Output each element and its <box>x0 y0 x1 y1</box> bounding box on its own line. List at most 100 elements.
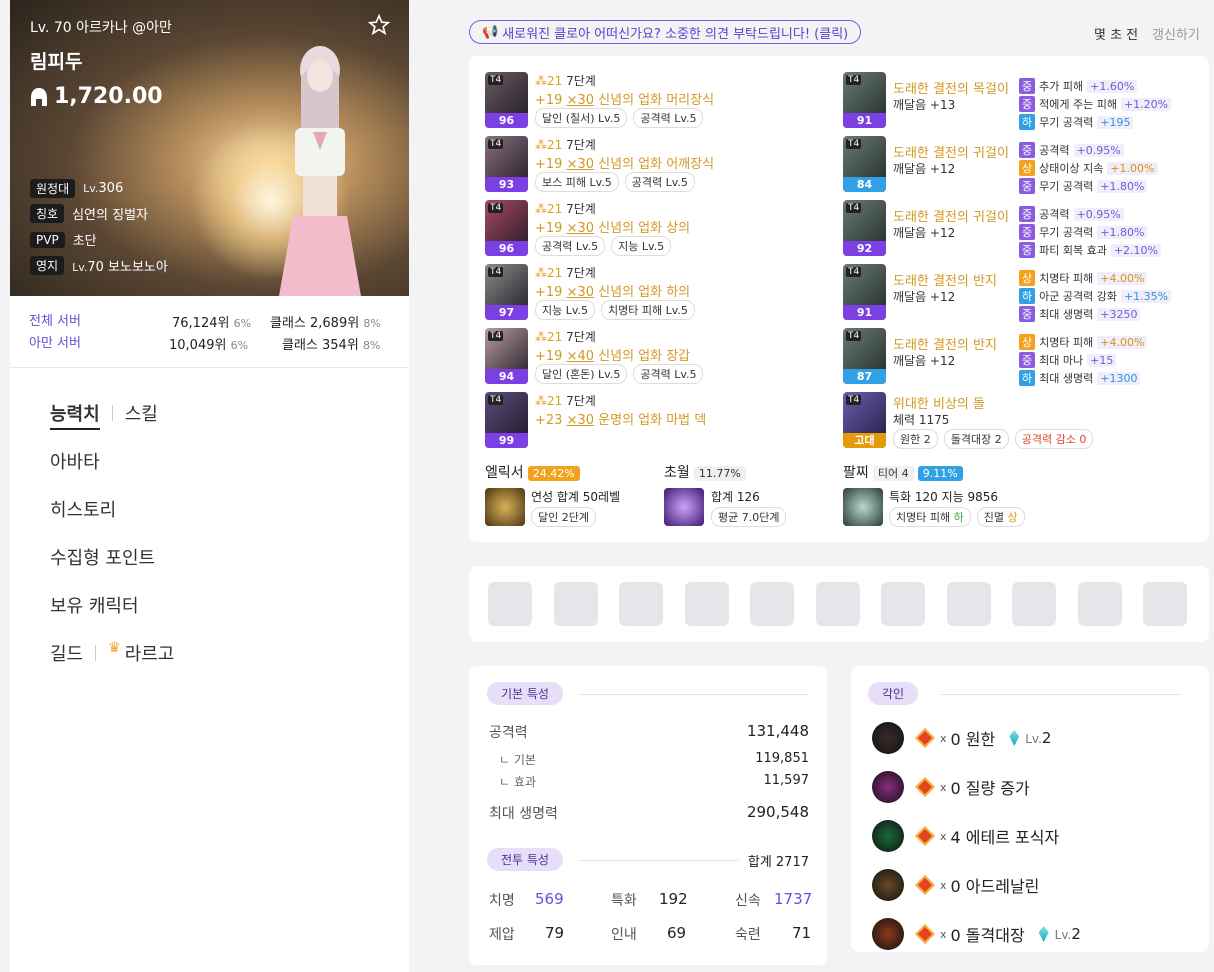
engraving-item[interactable]: x0 돌격대장 Lv.2 <box>872 918 1081 950</box>
accessory-item[interactable]: T4 91 도래한 결전의 목걸이 깨달음 +13 중 추가 피해 +1.60% 중 적에… <box>843 72 1203 132</box>
option-label: 상태이상 지속 <box>1039 162 1104 175</box>
ranking-server-label[interactable]: 아만 서버 <box>29 332 81 351</box>
engravings-title: 각인 <box>868 682 919 705</box>
star-stage: ⁂21 7단계 <box>535 392 596 409</box>
combat-total: 합계 2717 <box>747 855 809 870</box>
menu-history[interactable]: 히스토리 <box>50 496 174 544</box>
menu-skills[interactable]: 스킬 <box>125 400 158 426</box>
feedback-notice[interactable]: 📢 새로워진 클로아 어떠신가요? 소중한 의견 부탁드립니다! (클릭) <box>469 20 862 44</box>
crown-icon: ♛ <box>108 640 121 656</box>
stone-name: 위대한 비상의 돌 <box>893 397 985 412</box>
title-value: 심연의 징벌자 <box>72 208 148 223</box>
tier-badge: T4 <box>846 267 862 277</box>
equipment-title: +23 ×30 운명의 업화 마법 덱 <box>535 409 706 428</box>
accessory-name: 도래한 결전의 귀걸이 <box>893 146 1009 161</box>
accessory-enlightenment: 깨달음 +12 <box>893 290 956 304</box>
menu-divider <box>111 405 113 421</box>
engraving-icon <box>872 722 904 754</box>
crit-label: 치명 <box>489 893 515 909</box>
ranking-box: 전체 서버 76,124위 6% 클래스 2,689위 8% 아만 서버 10,… <box>10 296 409 368</box>
engraving-multiplier: x <box>940 780 947 794</box>
ability-stone[interactable]: T4 고대 위대한 비상의 돌 체력 1175 원한 2 돌격대장 2 공격력 감소 … <box>843 392 1203 452</box>
bracelet-chip-grade: 상 <box>1007 511 1018 524</box>
estate-lv: Lv. <box>72 261 88 274</box>
accessory-option: 중 공격력 +0.95% <box>1019 142 1124 158</box>
equipment-title: +19 ×30 신념의 업화 어깨장식 <box>535 153 714 172</box>
tier-badge: T4 <box>846 395 862 405</box>
menu-stats[interactable]: 능력치 <box>50 400 100 430</box>
profile-panel: Lv. 70 아르카나 @아만 림피두 1,720.00 원정대 Lv.306 칭… <box>10 0 409 972</box>
gem-slot[interactable] <box>684 582 729 626</box>
accessory-item[interactable]: T4 87 도래한 결전의 반지 깨달음 +12 상 치명타 피해 +4.00% 중 최대… <box>843 328 1203 388</box>
accessory-enlightenment: 깨달음 +12 <box>893 226 956 240</box>
ranking-server-class-pct: 8% <box>362 339 381 352</box>
engraving-level: Lv.2 <box>1055 925 1081 943</box>
stone-chip: 돌격대장 2 <box>943 429 1009 449</box>
guild-name[interactable]: 라르고 <box>125 640 175 666</box>
stone-sub: 체력 1175 <box>893 413 950 427</box>
star-count: 21 <box>547 138 563 152</box>
engraving-item[interactable]: x0 질량 증가 <box>872 771 1030 803</box>
option-label: 추가 피해 <box>1039 80 1084 93</box>
gem-slot[interactable] <box>815 582 860 626</box>
gem-slot[interactable] <box>1012 582 1056 626</box>
option-label: 무기 공격력 <box>1039 116 1094 129</box>
accessory-item[interactable]: T4 92 도래한 결전의 귀걸이 깨달음 +12 중 공격력 +0.95% 중 무기 공… <box>843 200 1203 260</box>
character-portrait: Lv. 70 아르카나 @아만 림피두 1,720.00 원정대 Lv.306 칭… <box>10 0 409 296</box>
option-grade: 중 <box>1019 352 1036 368</box>
gem-slot[interactable] <box>946 582 991 626</box>
refresh-button[interactable]: 갱신하기 <box>1152 24 1200 43</box>
accessory-item[interactable]: T4 91 도래한 결전의 반지 깨달음 +12 상 치명타 피해 +4.00% 하 아군… <box>843 264 1203 324</box>
transcendence-chip: 평균 7.0단계 <box>711 507 787 527</box>
attack-value: 131,448 <box>746 722 809 740</box>
equipment-chips: 공격력 Lv.5 지능 Lv.5 <box>535 236 672 256</box>
bracelet-section: 팔찌 티어 4 9.11% <box>843 462 963 482</box>
equipment-name: 신념의 업화 상의 <box>598 221 691 236</box>
accessory-item[interactable]: T4 84 도래한 결전의 귀걸이 깨달음 +12 중 공격력 +0.95% 상 상태이상… <box>843 136 1203 196</box>
tier-badge: T4 <box>488 331 504 341</box>
accessory-option: 중 최대 마나 +15 <box>1019 352 1117 368</box>
effect-chip: 지능 Lv.5 <box>535 300 596 320</box>
menu-guild[interactable]: 길드 <box>50 640 83 666</box>
engraving-multiplier: x <box>940 878 947 892</box>
menu-avatar[interactable]: 아바타 <box>50 448 174 496</box>
engraving-item[interactable]: x0 아드레날린 <box>872 869 1039 901</box>
accessory-enlightenment: 깨달음 +12 <box>893 162 956 176</box>
equipment-item[interactable]: T4 94 ⁂21 7단계 +19 ×40 신념의 업화 장갑 달인 (혼돈) L… <box>485 328 845 388</box>
menu-collectibles[interactable]: 수집형 포인트 <box>50 544 174 592</box>
gem-slot[interactable] <box>619 582 663 626</box>
equipment-item[interactable]: T4 99 ⁂21 7단계 +23 ×30 운명의 업화 마법 덱 <box>485 392 845 452</box>
engraving-item[interactable]: x0 원한 Lv.2 <box>872 722 1051 754</box>
accessory-icon: T4 91 <box>843 72 886 128</box>
effect-chip: 지능 Lv.5 <box>611 236 672 256</box>
gem-slot[interactable] <box>750 582 794 626</box>
option-grade: 하 <box>1019 288 1036 304</box>
menu-characters[interactable]: 보유 캐릭터 <box>50 592 174 640</box>
engraving-item[interactable]: x4 에테르 포식자 <box>872 820 1059 852</box>
gem-slot[interactable] <box>1077 582 1122 626</box>
star-stage: ⁂21 7단계 <box>535 264 596 281</box>
engraving-name: 4 에테르 포식자 <box>950 828 1060 847</box>
endurance-label: 인내 <box>611 927 637 943</box>
option-grade: 중 <box>1019 142 1036 158</box>
character-level-line: Lv. 70 아르카나 @아만 <box>30 20 172 36</box>
option-value: +4.00% <box>1097 335 1148 349</box>
option-label: 무기 공격력 <box>1039 226 1094 239</box>
ranking-global-label[interactable]: 전체 서버 <box>29 310 81 329</box>
favorite-star-icon[interactable] <box>368 14 390 36</box>
equipment-item[interactable]: T4 96 ⁂21 7단계 +19 ×30 신념의 업화 상의 공격력 Lv.5 지… <box>485 200 845 260</box>
gem-slot[interactable] <box>881 582 925 626</box>
gem-slot[interactable] <box>488 582 532 626</box>
option-value: +3250 <box>1097 307 1141 321</box>
accessory-name: 도래한 결전의 반지 <box>893 338 997 353</box>
equipment-item[interactable]: T4 93 ⁂21 7단계 +19 ×30 신념의 업화 어깨장식 보스 피해 L… <box>485 136 845 196</box>
bracelet-icon[interactable] <box>843 488 883 526</box>
equipment-item[interactable]: T4 96 ⁂21 7단계 +19 ×30 신념의 업화 머리장식 달인 (질서)… <box>485 72 845 132</box>
gem-slot[interactable] <box>553 582 598 626</box>
ranking-global-rank: 76,124위 6% <box>172 312 251 331</box>
bracelet-chip: 진멸 상 <box>976 507 1025 527</box>
gem-slot[interactable] <box>1143 582 1187 626</box>
equipment-item[interactable]: T4 97 ⁂21 7단계 +19 ×30 신념의 업화 하의 지능 Lv.5 치명… <box>485 264 845 324</box>
domination-label: 제압 <box>489 927 515 943</box>
equipment-icon: T4 93 <box>485 136 528 192</box>
